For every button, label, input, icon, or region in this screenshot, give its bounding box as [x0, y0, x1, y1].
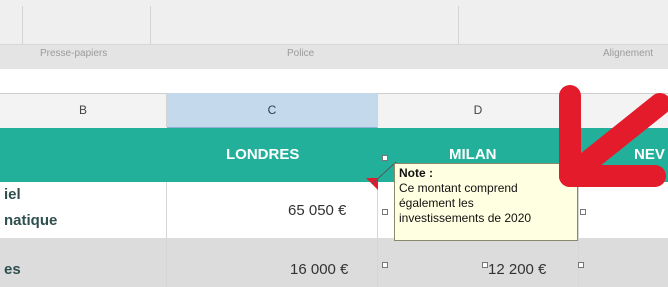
ribbon-group-font[interactable]: Police — [287, 48, 314, 59]
resize-handle[interactable] — [578, 262, 584, 268]
header-cell-londres[interactable]: LONDRES — [226, 146, 299, 163]
resize-handle[interactable] — [482, 262, 488, 268]
resize-handle[interactable] — [382, 155, 388, 161]
resize-handle[interactable] — [580, 209, 586, 215]
ribbon-group-alignment[interactable]: Alignement — [603, 48, 653, 59]
note-line: investissements de 2020 — [399, 211, 532, 225]
red-arrow-icon — [559, 85, 668, 187]
cell-d-value[interactable]: 12 200 € — [488, 261, 546, 278]
row-label-line2[interactable]: natique — [4, 212, 57, 229]
header-cell-milan[interactable]: MILAN — [449, 146, 497, 163]
resize-handle[interactable] — [382, 209, 388, 215]
ribbon-group-clipboard[interactable]: Presse-papiers — [40, 48, 107, 59]
grid-line — [377, 182, 378, 287]
column-header-c[interactable]: C — [167, 93, 378, 129]
grid-line — [166, 182, 167, 287]
column-header-b[interactable]: B — [0, 93, 167, 127]
cell-c-value[interactable]: 16 000 € — [290, 261, 348, 278]
cell-c-value[interactable]: 65 050 € — [288, 202, 346, 219]
row-label-line1[interactable]: iel — [4, 186, 21, 203]
row-label[interactable]: es — [4, 261, 21, 278]
resize-handle[interactable] — [382, 262, 388, 268]
